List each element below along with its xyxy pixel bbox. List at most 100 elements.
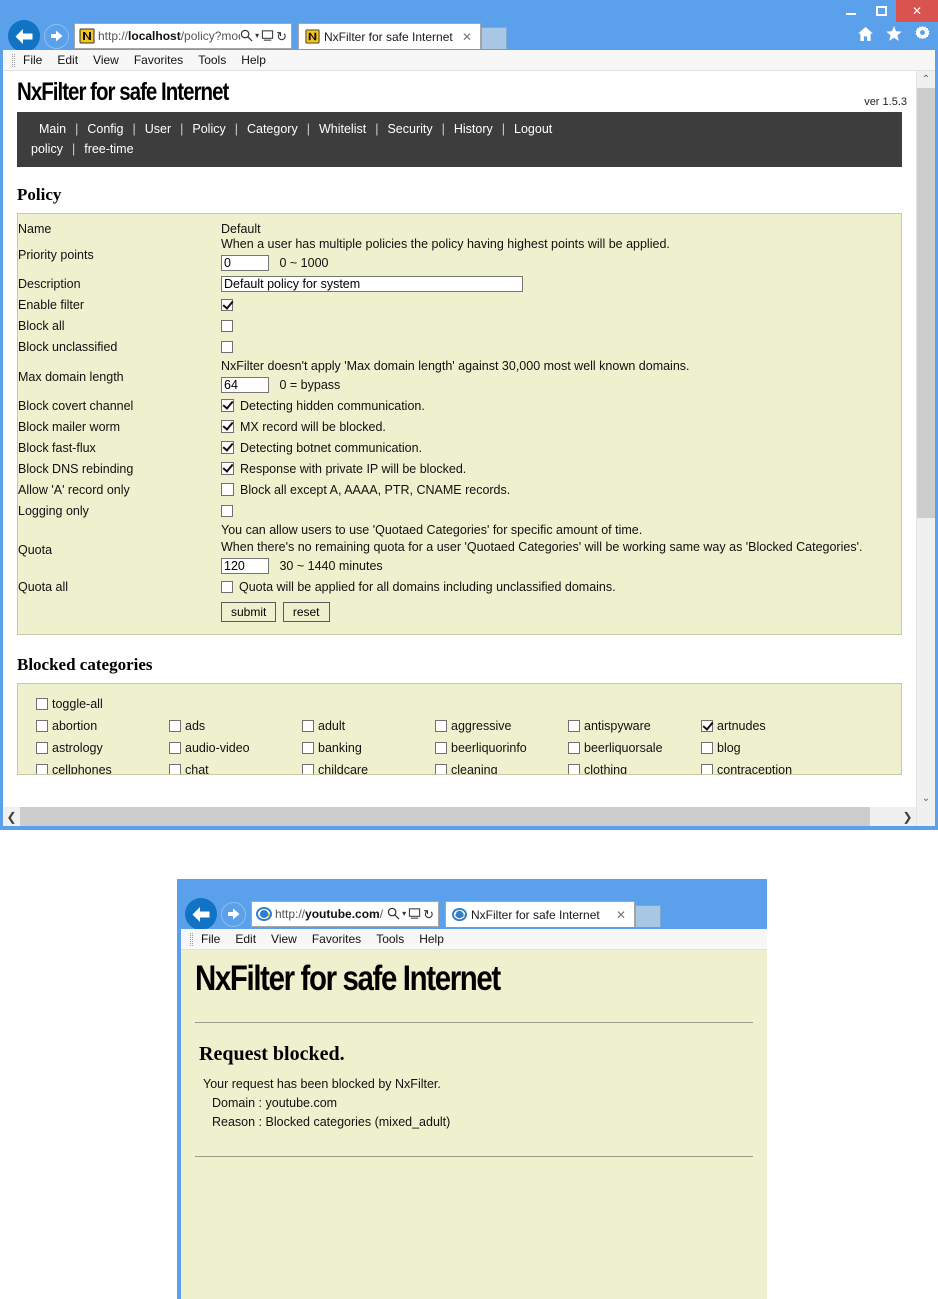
compatibility-view-icon[interactable] <box>261 29 274 44</box>
chevron-down-icon[interactable]: ▾ <box>255 32 259 40</box>
category-checkbox[interactable] <box>435 764 447 774</box>
category-checkbox[interactable] <box>701 742 713 754</box>
maximize-button[interactable] <box>866 0 896 22</box>
block-all-checkbox[interactable] <box>221 320 233 332</box>
category-checkbox[interactable] <box>435 742 447 754</box>
quota-input[interactable] <box>221 558 269 574</box>
refresh-icon[interactable]: ↻ <box>423 908 434 921</box>
category-checkbox[interactable] <box>36 764 48 774</box>
nav-item-policy[interactable]: Policy <box>192 119 225 139</box>
category-item[interactable]: banking <box>302 737 435 759</box>
address-bar[interactable]: http://youtube.com/ ▾ ↻ <box>251 901 439 927</box>
category-item[interactable]: astrology <box>36 737 169 759</box>
category-checkbox[interactable] <box>169 764 181 774</box>
star-icon[interactable] <box>886 26 902 46</box>
description-input[interactable] <box>221 276 523 292</box>
block-unclassified-checkbox[interactable] <box>221 341 233 353</box>
reset-button[interactable]: reset <box>282 602 330 622</box>
nav-item-config[interactable]: Config <box>87 119 123 139</box>
category-item[interactable]: contraception <box>701 759 834 774</box>
tab-close-icon[interactable]: ✕ <box>616 908 626 922</box>
scroll-left-arrow-icon[interactable]: ❮ <box>3 810 20 824</box>
category-checkbox[interactable] <box>302 764 314 774</box>
category-item[interactable]: beerliquorsale <box>568 737 701 759</box>
scroll-up-arrow-icon[interactable]: ⌃ <box>917 71 935 88</box>
category-checkbox[interactable] <box>701 764 713 774</box>
category-item[interactable]: antispyware <box>568 715 701 737</box>
menubar-grip[interactable] <box>190 932 193 946</box>
category-checkbox[interactable] <box>169 720 181 732</box>
vertical-scrollbar[interactable]: ⌃ ⌄ <box>916 71 935 826</box>
subnav-item-free-time[interactable]: free-time <box>84 139 133 159</box>
forward-button[interactable] <box>44 23 69 49</box>
new-tab-button[interactable] <box>481 27 507 49</box>
category-item[interactable]: aggressive <box>435 715 568 737</box>
subnav-item-policy[interactable]: policy <box>31 139 63 159</box>
category-item[interactable]: abortion <box>36 715 169 737</box>
menu-view[interactable]: View <box>93 53 119 67</box>
category-checkbox[interactable] <box>568 742 580 754</box>
menu-view[interactable]: View <box>271 932 297 946</box>
category-item[interactable]: chat <box>169 759 302 774</box>
gear-icon[interactable] <box>915 26 930 46</box>
category-checkbox[interactable] <box>701 720 713 732</box>
address-bar[interactable]: http://localhost/policy?mod ▾ ↻ <box>74 23 292 49</box>
block-fast-flux-checkbox[interactable] <box>221 441 234 454</box>
enable-filter-checkbox[interactable] <box>221 299 233 311</box>
category-item[interactable]: clothing <box>568 759 701 774</box>
back-button[interactable] <box>8 20 40 52</box>
category-checkbox[interactable] <box>435 720 447 732</box>
chevron-down-icon[interactable]: ▾ <box>402 910 406 918</box>
home-icon[interactable] <box>858 26 873 46</box>
horizontal-scrollbar-track[interactable] <box>20 807 899 826</box>
compatibility-view-icon[interactable] <box>408 907 421 922</box>
submit-button[interactable]: submit <box>221 602 277 622</box>
category-item[interactable]: cellphones <box>36 759 169 774</box>
logging-only-checkbox[interactable] <box>221 505 233 517</box>
block-covert-channel-checkbox[interactable] <box>221 399 234 412</box>
new-tab-button[interactable] <box>635 905 661 927</box>
toggle-all-checkbox[interactable] <box>36 698 48 710</box>
nav-item-security[interactable]: Security <box>387 119 432 139</box>
priority-points-input[interactable] <box>221 255 269 271</box>
refresh-icon[interactable]: ↻ <box>276 30 287 43</box>
menu-file[interactable]: File <box>201 932 220 946</box>
menu-help[interactable]: Help <box>419 932 444 946</box>
category-item[interactable]: adult <box>302 715 435 737</box>
nav-item-whitelist[interactable]: Whitelist <box>319 119 366 139</box>
menu-edit[interactable]: Edit <box>57 53 78 67</box>
category-item[interactable]: beerliquorinfo <box>435 737 568 759</box>
category-checkbox[interactable] <box>36 720 48 732</box>
scroll-right-arrow-icon[interactable]: ❯ <box>899 810 916 824</box>
horizontal-scrollbar[interactable]: ❮ ❯ <box>3 807 916 826</box>
category-checkbox[interactable] <box>169 742 181 754</box>
nav-item-category[interactable]: Category <box>247 119 298 139</box>
back-button[interactable] <box>185 898 217 930</box>
search-icon[interactable] <box>387 907 400 922</box>
category-item[interactable]: cleaning <box>435 759 568 774</box>
block-mailer-worm-checkbox[interactable] <box>221 420 234 433</box>
category-checkbox[interactable] <box>302 742 314 754</box>
menu-tools[interactable]: Tools <box>198 53 226 67</box>
menubar-grip[interactable] <box>12 53 15 67</box>
menu-help[interactable]: Help <box>241 53 266 67</box>
category-item[interactable]: childcare <box>302 759 435 774</box>
allow-a-record-only-checkbox[interactable] <box>221 483 234 496</box>
scroll-down-arrow-icon[interactable]: ⌄ <box>917 790 935 807</box>
close-button[interactable]: ✕ <box>896 0 938 22</box>
category-item[interactable]: blog <box>701 737 834 759</box>
tab-close-icon[interactable]: ✕ <box>462 30 472 44</box>
menu-tools[interactable]: Tools <box>376 932 404 946</box>
nav-item-history[interactable]: History <box>454 119 493 139</box>
category-checkbox[interactable] <box>568 720 580 732</box>
quota-all-checkbox[interactable] <box>221 581 233 593</box>
block-dns-rebinding-checkbox[interactable] <box>221 462 234 475</box>
forward-button[interactable] <box>221 901 246 927</box>
category-checkbox[interactable] <box>302 720 314 732</box>
category-item[interactable]: ads <box>169 715 302 737</box>
category-checkbox[interactable] <box>36 742 48 754</box>
menu-edit[interactable]: Edit <box>235 932 256 946</box>
category-checkbox[interactable] <box>568 764 580 774</box>
browser-tab[interactable]: NxFilter for safe Internet ✕ <box>445 901 635 927</box>
minimize-button[interactable] <box>836 0 866 22</box>
